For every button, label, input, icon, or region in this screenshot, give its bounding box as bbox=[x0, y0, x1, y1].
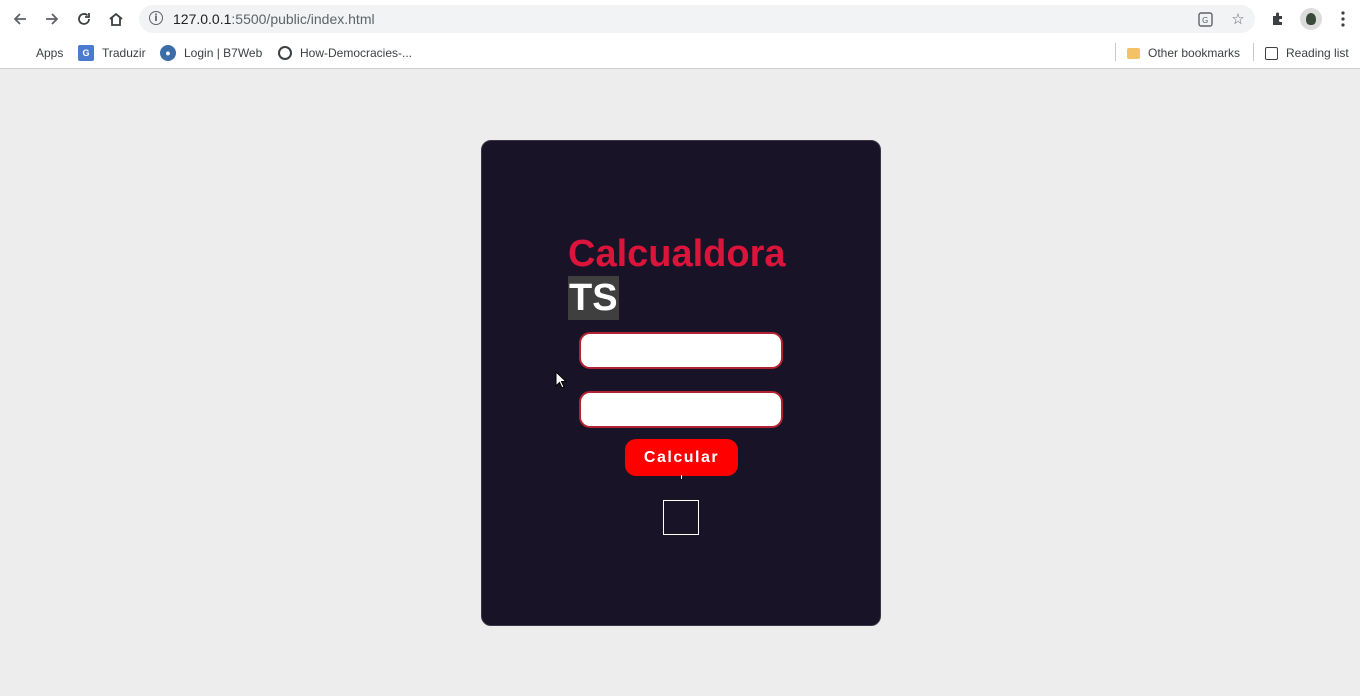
translate-page-icon[interactable]: G bbox=[1196, 10, 1214, 28]
home-icon[interactable] bbox=[105, 8, 127, 30]
number-input-1[interactable] bbox=[579, 332, 783, 369]
mouse-cursor-icon bbox=[555, 371, 568, 389]
reload-icon[interactable] bbox=[73, 8, 95, 30]
bookmark-label: Other bookmarks bbox=[1148, 46, 1241, 60]
apps-grid-icon bbox=[12, 45, 28, 61]
calculator-card: Calcualdora TS Calcular bbox=[481, 140, 881, 626]
browser-toolbar: i 127.0.0.1:5500/public/index.html G ☆ bbox=[0, 0, 1360, 37]
forward-icon[interactable] bbox=[41, 8, 63, 30]
menu-dots-icon[interactable] bbox=[1332, 8, 1354, 30]
reading-list-icon bbox=[1265, 46, 1278, 60]
bookmark-login-b7web[interactable]: ● Login | B7Web bbox=[160, 43, 262, 63]
svg-text:G: G bbox=[1202, 16, 1208, 25]
result-box bbox=[663, 500, 699, 535]
bookmark-label: Apps bbox=[36, 46, 64, 60]
profile-avatar[interactable] bbox=[1300, 8, 1322, 30]
url-text[interactable]: 127.0.0.1:5500/public/index.html bbox=[173, 11, 375, 27]
bookmark-label: How-Democracies-... bbox=[300, 46, 413, 60]
translate-icon: G bbox=[78, 45, 94, 61]
bookmark-label: Traduzir bbox=[102, 46, 146, 60]
bookmark-separator bbox=[1253, 43, 1254, 61]
button-tick-mark bbox=[681, 475, 682, 479]
bookmarks-bar: Apps G Traduzir ● Login | B7Web How-Demo… bbox=[0, 37, 1360, 69]
page-title: Calcualdora bbox=[568, 233, 786, 275]
bookmark-how-democracies[interactable]: How-Democracies-... bbox=[278, 43, 412, 63]
site-info-icon[interactable]: i bbox=[149, 11, 163, 25]
bookmark-separator bbox=[1115, 43, 1116, 61]
bookmark-other-bookmarks[interactable]: Other bookmarks bbox=[1127, 43, 1240, 63]
folder-icon bbox=[1127, 47, 1140, 59]
globe-icon bbox=[278, 46, 292, 60]
star-bookmark-icon[interactable]: ☆ bbox=[1229, 10, 1247, 28]
page-title-ts: TS bbox=[568, 276, 619, 320]
bookmark-traduzir[interactable]: G Traduzir bbox=[78, 43, 146, 63]
calculate-button[interactable]: Calcular bbox=[625, 439, 738, 476]
extensions-icon[interactable] bbox=[1267, 8, 1289, 30]
number-input-2[interactable] bbox=[579, 391, 783, 428]
bookmark-label: Login | B7Web bbox=[184, 46, 263, 60]
address-bar[interactable]: i 127.0.0.1:5500/public/index.html G ☆ bbox=[139, 5, 1255, 33]
bookmark-apps[interactable]: Apps bbox=[12, 43, 63, 63]
back-icon[interactable] bbox=[9, 8, 31, 30]
bookmark-label: Reading list bbox=[1286, 46, 1349, 60]
login-site-icon: ● bbox=[160, 45, 176, 61]
reading-list-button[interactable]: Reading list bbox=[1265, 43, 1349, 63]
